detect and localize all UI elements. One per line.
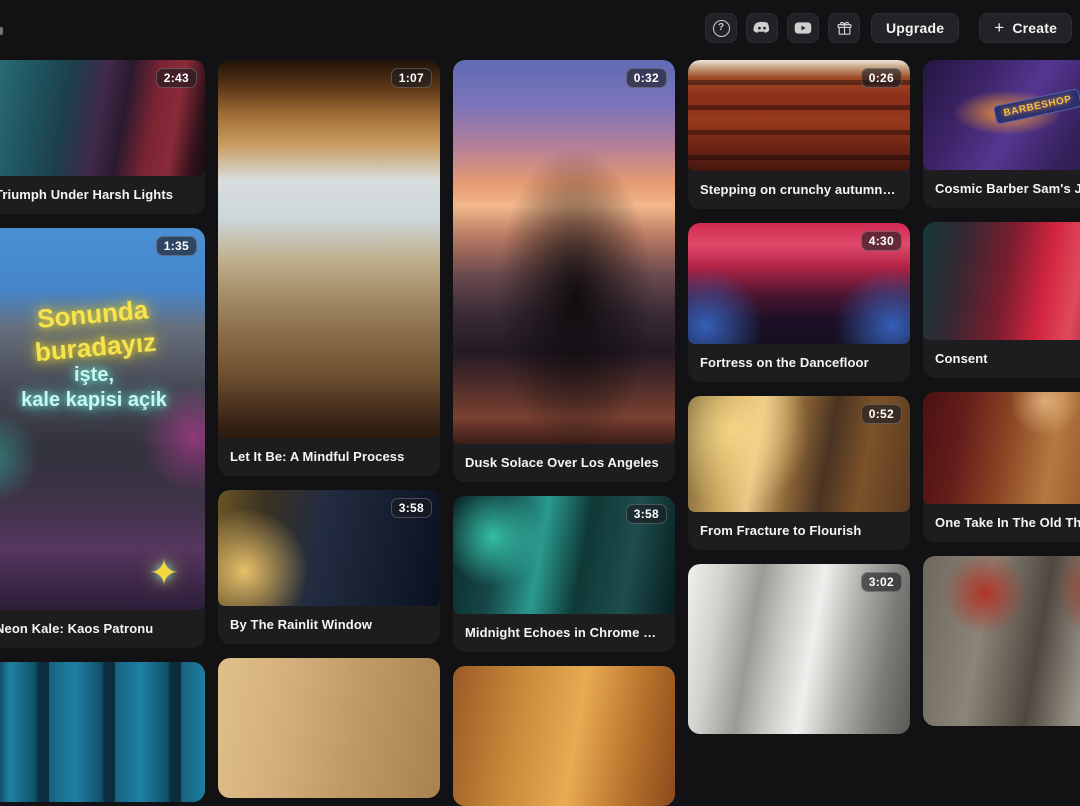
video-title: Cosmic Barber Sam's Jour... bbox=[923, 170, 1080, 208]
video-thumbnail bbox=[218, 658, 440, 798]
video-card[interactable]: Sonunda buradayızişte,kale kapisi açik ✦ 1… bbox=[0, 228, 205, 648]
gift-icon bbox=[836, 20, 853, 37]
video-card[interactable]: Consent bbox=[923, 222, 1080, 378]
video-card[interactable] bbox=[923, 556, 1080, 726]
video-title: Fortress on the Dancefloor bbox=[688, 344, 910, 382]
logo-partial bbox=[0, 27, 3, 35]
discord-button[interactable] bbox=[746, 13, 778, 43]
video-card[interactable] bbox=[218, 658, 440, 798]
video-title: Triumph Under Harsh Lights bbox=[0, 176, 205, 214]
youtube-icon bbox=[794, 21, 812, 35]
video-thumbnail: 3:58 bbox=[453, 496, 675, 614]
header-actions: ? Upgrade + Crea bbox=[705, 13, 1080, 43]
video-thumbnail bbox=[453, 666, 675, 806]
video-card[interactable]: 0:26 Stepping on crunchy autumn lea... bbox=[688, 60, 910, 209]
gallery-column: 2:43 Triumph Under Harsh Lights Sonunda bu… bbox=[0, 60, 205, 806]
video-thumbnail: 2:43 bbox=[0, 60, 205, 176]
video-thumbnail: 0:26 bbox=[688, 60, 910, 171]
compass-star-icon: ✦ bbox=[149, 552, 179, 594]
duration-badge: 1:07 bbox=[391, 68, 432, 88]
duration-badge: 1:35 bbox=[156, 236, 197, 256]
neon-text-line: işte, bbox=[0, 363, 205, 388]
video-title: Consent bbox=[923, 340, 1080, 378]
duration-badge: 3:58 bbox=[626, 504, 667, 524]
video-thumbnail: 0:32 bbox=[453, 60, 675, 444]
duration-badge: 3:58 bbox=[391, 498, 432, 518]
video-card[interactable] bbox=[0, 662, 205, 802]
plus-icon: + bbox=[994, 19, 1004, 36]
neon-text-line: Sonunda buradayız bbox=[0, 288, 205, 372]
video-title: Neon Kale: Kaos Patronu bbox=[0, 610, 205, 648]
upgrade-button[interactable]: Upgrade bbox=[871, 13, 959, 43]
thumbnail-overlay-text: Sonunda buradayızişte,kale kapisi açik bbox=[0, 298, 205, 413]
video-card[interactable]: 3:02 bbox=[688, 564, 910, 734]
video-thumbnail bbox=[0, 662, 205, 802]
duration-badge: 0:26 bbox=[861, 68, 902, 88]
video-thumbnail bbox=[923, 392, 1080, 504]
duration-badge: 0:32 bbox=[626, 68, 667, 88]
video-thumbnail: 0:52 bbox=[688, 396, 910, 512]
video-title: One Take In The Old Theat... bbox=[923, 504, 1080, 542]
video-thumbnail bbox=[923, 222, 1080, 340]
video-title: Dusk Solace Over Los Angeles bbox=[453, 444, 675, 482]
duration-badge: 2:43 bbox=[156, 68, 197, 88]
video-card[interactable]: 1:07 Let It Be: A Mindful Process bbox=[218, 60, 440, 476]
video-thumbnail: 3:02 bbox=[688, 564, 910, 734]
video-card[interactable]: 2:43 Triumph Under Harsh Lights bbox=[0, 60, 205, 214]
create-button-label: Create bbox=[1012, 20, 1057, 36]
video-card[interactable]: 4:30 Fortress on the Dancefloor bbox=[688, 223, 910, 382]
help-icon: ? bbox=[713, 20, 730, 37]
video-thumbnail: 1:07 bbox=[218, 60, 440, 438]
neon-text-line: kale kapisi açik bbox=[0, 388, 205, 413]
video-card[interactable]: 0:52 From Fracture to Flourish bbox=[688, 396, 910, 550]
video-title: Let It Be: A Mindful Process bbox=[218, 438, 440, 476]
video-card[interactable]: 3:58 By The Rainlit Window bbox=[218, 490, 440, 644]
video-card[interactable]: 0:32 Dusk Solace Over Los Angeles bbox=[453, 60, 675, 482]
duration-badge: 0:52 bbox=[861, 404, 902, 424]
barbershop-sign-text: BARBESHOP bbox=[993, 89, 1080, 126]
video-gallery: 2:43 Triumph Under Harsh Lights Sonunda bu… bbox=[0, 60, 1080, 806]
gallery-column: 0:26 Stepping on crunchy autumn lea... 4:3… bbox=[688, 60, 910, 806]
video-thumbnail: 4:30 bbox=[688, 223, 910, 344]
top-navigation-bar: ? Upgrade + Crea bbox=[0, 0, 1080, 58]
gallery-column: 0:32 Dusk Solace Over Los Angeles 3:58 Midn… bbox=[453, 60, 675, 806]
video-thumbnail: Sonunda buradayızişte,kale kapisi açik ✦ 1… bbox=[0, 228, 205, 610]
video-thumbnail bbox=[923, 556, 1080, 726]
video-card[interactable]: BARBESHOP Cosmic Barber Sam's Jour... bbox=[923, 60, 1080, 208]
create-button[interactable]: + Create bbox=[979, 13, 1072, 43]
video-title: By The Rainlit Window bbox=[218, 606, 440, 644]
youtube-button[interactable] bbox=[787, 13, 819, 43]
video-title: Stepping on crunchy autumn lea... bbox=[688, 171, 910, 209]
video-card[interactable]: One Take In The Old Theat... bbox=[923, 392, 1080, 542]
video-title: Midnight Echoes in Chrome and ... bbox=[453, 614, 675, 652]
help-button[interactable]: ? bbox=[705, 13, 737, 43]
discord-icon bbox=[753, 21, 771, 35]
video-card[interactable]: 3:58 Midnight Echoes in Chrome and ... bbox=[453, 496, 675, 652]
video-card[interactable] bbox=[453, 666, 675, 806]
gallery-column: 1:07 Let It Be: A Mindful Process 3:58 By T… bbox=[218, 60, 440, 806]
duration-badge: 4:30 bbox=[861, 231, 902, 251]
gift-button[interactable] bbox=[828, 13, 860, 43]
video-thumbnail: BARBESHOP bbox=[923, 60, 1080, 170]
video-title: From Fracture to Flourish bbox=[688, 512, 910, 550]
video-thumbnail: 3:58 bbox=[218, 490, 440, 606]
gallery-column: BARBESHOP Cosmic Barber Sam's Jour... Cons… bbox=[923, 60, 1080, 806]
duration-badge: 3:02 bbox=[861, 572, 902, 592]
